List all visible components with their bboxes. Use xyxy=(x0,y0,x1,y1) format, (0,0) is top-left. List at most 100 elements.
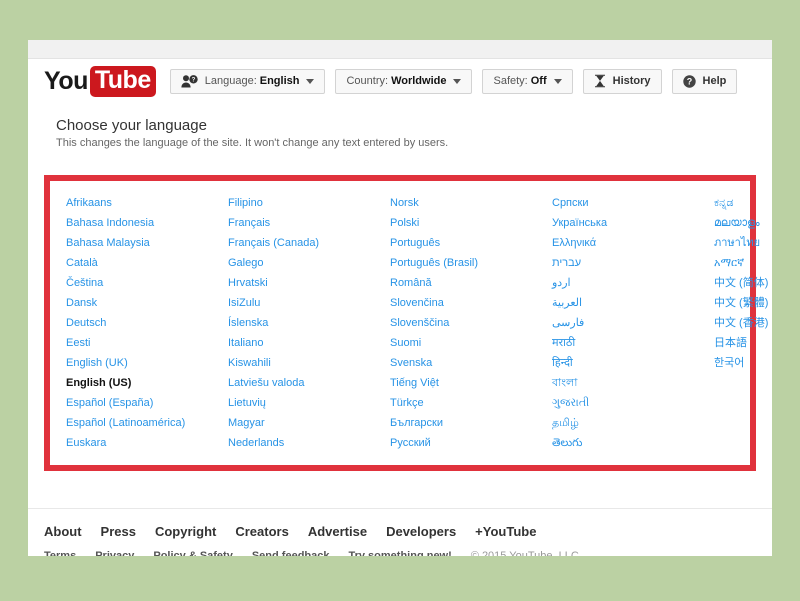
language-item[interactable]: Latviešu valoda xyxy=(228,373,390,393)
language-item[interactable]: Deutsch xyxy=(66,313,228,333)
logo-text-you: You xyxy=(44,66,88,95)
language-item[interactable]: ગુજરાતી xyxy=(552,393,714,413)
footer-link-secondary[interactable]: Terms xyxy=(44,550,76,556)
footer-link-primary[interactable]: Advertise xyxy=(308,524,367,539)
language-item[interactable]: Kiswahili xyxy=(228,353,390,373)
language-item[interactable]: ಕನ್ನಡ xyxy=(714,193,768,213)
language-item[interactable]: Español (Latinoamérica) xyxy=(66,413,228,433)
footer-copyright: © 2015 YouTube, LLC xyxy=(470,550,579,556)
language-item[interactable]: Italiano xyxy=(228,333,390,353)
chevron-down-icon xyxy=(553,78,562,84)
page-heading-block: Choose your language This changes the la… xyxy=(28,103,772,149)
footer-link-secondary[interactable]: Try something new! xyxy=(348,550,451,556)
help-circle-icon: ? xyxy=(682,74,696,88)
footer-link-secondary[interactable]: Send feedback xyxy=(252,550,330,556)
top-gray-strip xyxy=(28,40,772,59)
language-item[interactable]: 한국어 xyxy=(714,353,768,373)
language-item[interactable]: Bahasa Malaysia xyxy=(66,233,228,253)
footer-link-primary[interactable]: Developers xyxy=(386,524,456,539)
language-item[interactable]: Afrikaans xyxy=(66,193,228,213)
country-button[interactable]: Country: Worldwide xyxy=(335,68,473,94)
language-column: Afrikaans Bahasa Indonesia Bahasa Malaysia… xyxy=(66,193,228,453)
language-item[interactable]: Български xyxy=(390,413,552,433)
language-item[interactable]: Русский xyxy=(390,433,552,453)
language-item[interactable]: IsiZulu xyxy=(228,293,390,313)
footer-link-primary[interactable]: Press xyxy=(101,524,136,539)
language-item[interactable]: தமிழ் xyxy=(552,413,714,433)
help-button[interactable]: ? Help xyxy=(671,68,738,94)
language-item[interactable]: हिन्दी xyxy=(552,353,714,373)
language-item[interactable]: Suomi xyxy=(390,333,552,353)
language-item[interactable]: Čeština xyxy=(66,273,228,293)
language-item[interactable]: Türkçe xyxy=(390,393,552,413)
language-item[interactable]: Nederlands xyxy=(228,433,390,453)
footer-link-primary[interactable]: +YouTube xyxy=(475,524,536,539)
language-item[interactable]: Lietuvių xyxy=(228,393,390,413)
footer-link-secondary[interactable]: Policy & Safety xyxy=(153,550,232,556)
language-item[interactable]: 中文 (繁體) xyxy=(714,293,768,313)
language-item[interactable]: አማርኛ xyxy=(714,253,768,273)
svg-text:?: ? xyxy=(686,76,692,86)
language-item[interactable]: Українська xyxy=(552,213,714,233)
language-item[interactable]: Português xyxy=(390,233,552,253)
language-item[interactable]: Español (España) xyxy=(66,393,228,413)
language-item[interactable]: Svenska xyxy=(390,353,552,373)
language-button[interactable]: ? Language: English xyxy=(169,68,326,94)
language-item[interactable]: 中文 (香港) xyxy=(714,313,768,333)
footer-link-primary[interactable]: Copyright xyxy=(155,524,216,539)
language-item[interactable]: Català xyxy=(66,253,228,273)
language-item[interactable]: Français (Canada) xyxy=(228,233,390,253)
language-item[interactable]: Euskara xyxy=(66,433,228,453)
language-item[interactable]: Norsk xyxy=(390,193,552,213)
safety-button[interactable]: Safety: Off xyxy=(482,68,573,94)
footer-link-secondary[interactable]: Privacy xyxy=(95,550,134,556)
language-item[interactable]: मराठी xyxy=(552,333,714,353)
language-item[interactable]: Română xyxy=(390,273,552,293)
language-item[interactable]: Magyar xyxy=(228,413,390,433)
language-item[interactable]: Português (Brasil) xyxy=(390,253,552,273)
language-item[interactable]: Српски xyxy=(552,193,714,213)
language-button-value: English xyxy=(259,75,300,87)
language-item[interactable]: తెలుగు xyxy=(552,433,714,453)
language-item[interactable]: ภาษาไทย xyxy=(714,233,768,253)
language-column: Filipino Français Français (Canada) Galego H… xyxy=(228,193,390,453)
language-item[interactable]: Hrvatski xyxy=(228,273,390,293)
language-item[interactable]: Íslenska xyxy=(228,313,390,333)
language-item[interactable]: Galego xyxy=(228,253,390,273)
language-item[interactable]: فارسی xyxy=(552,313,714,333)
language-item[interactable]: Filipino xyxy=(228,193,390,213)
svg-text:?: ? xyxy=(191,77,195,83)
language-item[interactable]: Eesti xyxy=(66,333,228,353)
help-button-label: Help xyxy=(702,75,727,87)
language-grid: Afrikaans Bahasa Indonesia Bahasa Malaysia… xyxy=(50,181,768,465)
youtube-logo[interactable]: You Tube xyxy=(44,65,156,97)
history-button-label: History xyxy=(612,75,651,87)
youtube-language-page: You Tube ? Language: English Country: Wo… xyxy=(28,40,772,556)
footer-primary-links: About Press Copyright Creators Advertise Deve… xyxy=(44,523,756,541)
language-item[interactable]: Slovenčina xyxy=(390,293,552,313)
language-item-current: English (US) xyxy=(66,377,132,389)
footer-link-primary[interactable]: Creators xyxy=(235,524,288,539)
language-item[interactable]: Français xyxy=(228,213,390,233)
language-item[interactable]: বাংলা xyxy=(552,373,714,393)
language-item[interactable]: العربية xyxy=(552,293,714,313)
page-subtitle: This changes the language of the site. I… xyxy=(56,137,449,149)
language-item[interactable]: Tiếng Việt xyxy=(390,373,552,393)
language-item[interactable]: Ελληνικά xyxy=(552,233,714,253)
language-item[interactable]: 中文 (简体) xyxy=(714,273,768,293)
language-column: Norsk Polski Português Português (Brasil) Ro… xyxy=(390,193,552,453)
language-item[interactable]: മലയാളം xyxy=(714,213,768,233)
language-item[interactable]: עברית xyxy=(552,253,714,273)
language-item[interactable]: English (UK) xyxy=(66,353,228,373)
language-item[interactable]: اردو xyxy=(552,273,714,293)
language-item[interactable]: 日本語 xyxy=(714,333,768,353)
language-item[interactable]: Slovenščina xyxy=(390,313,552,333)
footer-link-primary[interactable]: About xyxy=(44,524,82,539)
language-item[interactable]: Bahasa Indonesia xyxy=(66,213,228,233)
language-item[interactable]: Dansk xyxy=(66,293,228,313)
language-button-prefix: Language: xyxy=(204,75,257,87)
history-button[interactable]: History xyxy=(582,68,662,94)
footer-secondary-links: Terms Privacy Policy & Safety Send feedback… xyxy=(44,550,756,556)
footer: About Press Copyright Creators Advertise Deve… xyxy=(28,508,772,556)
language-item[interactable]: Polski xyxy=(390,213,552,233)
